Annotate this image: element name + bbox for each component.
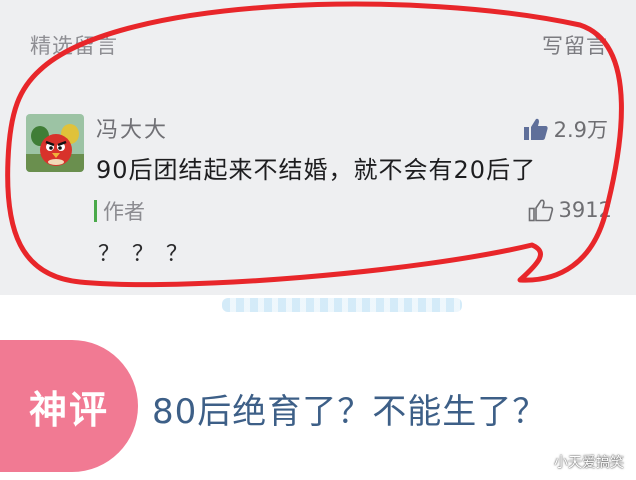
avatar[interactable] bbox=[26, 114, 84, 172]
write-comment-link[interactable]: 写留言 bbox=[542, 30, 608, 60]
author-label: 作者 bbox=[103, 200, 145, 224]
comment-text: 90后团结起来不结婚，就不会有20后了 bbox=[96, 156, 537, 184]
reply-like-count: 3912 bbox=[558, 198, 612, 222]
god-comment-text: 80后绝育了？不能生了？ bbox=[152, 392, 548, 432]
comment-screenshot: 精选留言 写留言 冯大大 2.9万 90后团结起来不结婚，就不会有20后了 作者 bbox=[0, 0, 636, 295]
thumbs-up-filled-icon bbox=[523, 118, 548, 140]
author-reply-text: ？？？ bbox=[98, 242, 201, 267]
author-reply-header: 作者 bbox=[94, 196, 145, 226]
blurred-watermark-strip bbox=[222, 298, 462, 312]
angry-birds-avatar-icon bbox=[26, 114, 84, 172]
comment-like-button[interactable]: 2.9万 bbox=[523, 114, 608, 144]
watermark: 小天爱搞笑 bbox=[554, 455, 624, 471]
author-indicator-bar bbox=[94, 200, 97, 222]
comment-like-count: 2.9万 bbox=[553, 118, 608, 142]
featured-comments-title: 精选留言 bbox=[30, 34, 118, 58]
comment-username[interactable]: 冯大大 bbox=[96, 112, 168, 144]
reply-like-button[interactable]: 3912 bbox=[528, 198, 612, 222]
badge-label: 神评 bbox=[28, 387, 109, 432]
thumbs-up-outline-icon bbox=[528, 199, 553, 222]
god-comment-badge: 神评 bbox=[0, 340, 138, 472]
